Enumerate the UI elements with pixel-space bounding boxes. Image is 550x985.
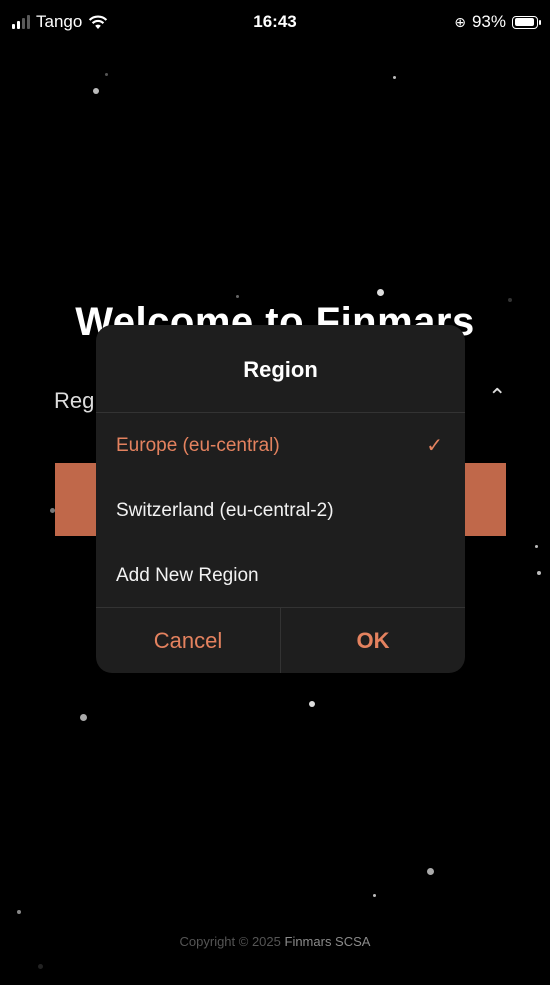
dialog-actions: Cancel OK [96,607,465,673]
star-dot [17,910,21,914]
chevron-up-down-icon[interactable]: ⌃ [488,384,506,410]
star-dot [393,76,396,79]
star-dot [309,701,315,707]
ok-button[interactable]: OK [281,608,465,673]
wifi-icon [89,15,108,29]
copyright-prefix: Copyright © 2025 [179,934,281,949]
signal-icon [12,15,30,29]
region-option-eu-central[interactable]: Europe (eu-central) ✓ [96,413,465,478]
cancel-button[interactable]: Cancel [96,608,281,673]
star-dot [236,295,239,298]
battery-icon [512,15,541,29]
company-name: Finmars SCSA [284,934,371,949]
checkmark-icon: ✓ [426,435,443,457]
star-dot [93,88,99,94]
region-dialog: Region Europe (eu-central) ✓ Switzerland… [96,325,465,673]
add-new-region-option[interactable]: Add New Region [96,543,465,608]
star-dot [373,894,376,897]
carrier-name: Tango [36,12,83,31]
star-dot [537,571,541,575]
option-label: Switzerland (eu-central-2) [116,499,334,521]
status-bar: Tango 16:43 ⊕ 93% [0,0,550,44]
option-label: Add New Region [116,564,259,586]
star-dot [535,545,538,548]
dialog-title: Region [96,325,465,413]
region-option-eu-central-2[interactable]: Switzerland (eu-central-2) [96,478,465,543]
option-label: Europe (eu-central) [116,434,280,456]
status-left: Tango [12,12,108,32]
copyright-text: Copyright © 2025 Finmars SCSA [0,934,550,949]
star-dot [377,289,384,296]
orientation-lock-icon: ⊕ [454,13,466,30]
star-dot [80,714,87,721]
status-right: ⊕ 93% [454,12,541,32]
battery-percent: 93% [471,12,506,31]
star-dot [427,868,434,875]
region-label: Reg [54,388,95,413]
star-dot [38,964,43,969]
star-dot [105,73,108,76]
